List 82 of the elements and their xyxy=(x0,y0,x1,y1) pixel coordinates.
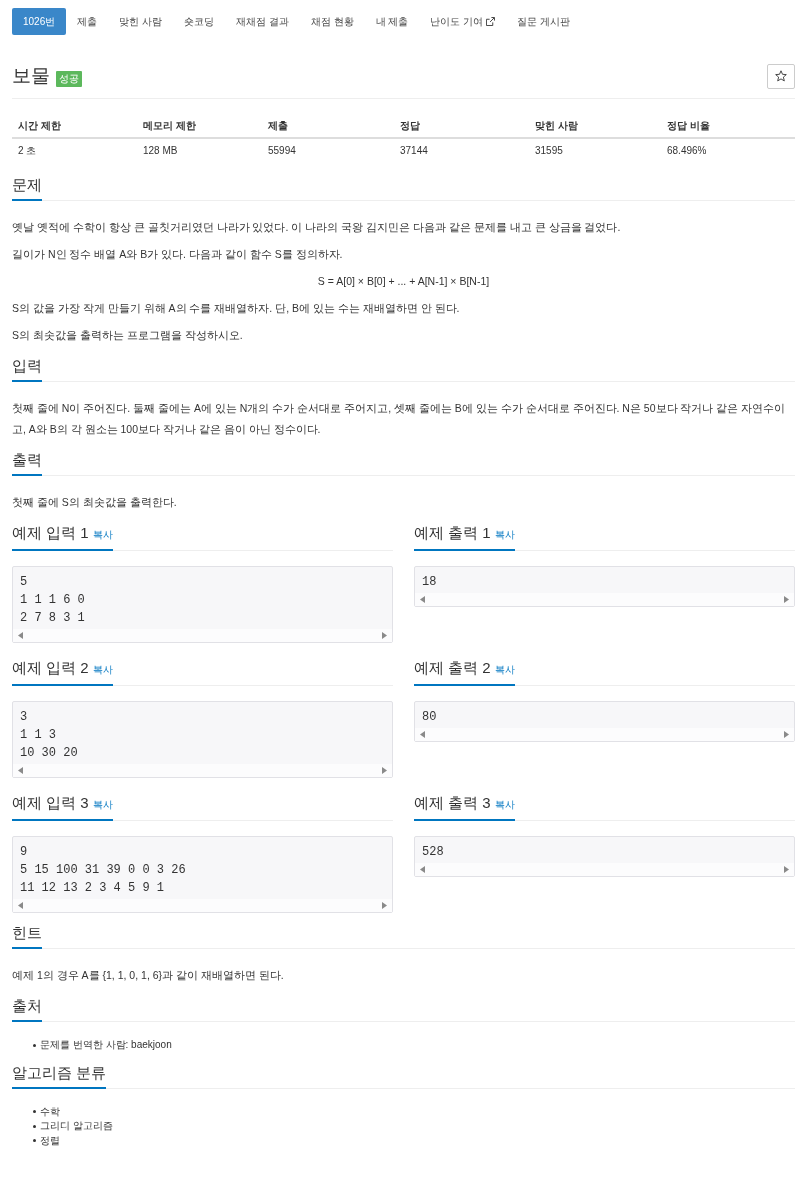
bullet-icon xyxy=(33,1124,36,1128)
section-heading: 출처 xyxy=(12,996,42,1022)
copy-link[interactable]: 복사 xyxy=(494,525,515,545)
list-text: 그리디 알고리즘 xyxy=(40,1119,113,1134)
horizontal-scrollbar[interactable] xyxy=(13,899,392,912)
horizontal-scrollbar[interactable] xyxy=(415,728,794,741)
paragraph: 옛날 옛적에 수학이 항상 큰 골칫거리였던 나라가 있었다. 이 나라의 국왕 김지민은 다음과 같은 문제를 내고 큰 상금을 걸었다. xyxy=(12,220,621,235)
horizontal-scrollbar[interactable] xyxy=(13,764,392,777)
column-header: 메모리 제한 xyxy=(137,115,262,138)
caret-right-icon[interactable] xyxy=(784,596,789,603)
list-text: 문제를 번역한 사람: baekjoon xyxy=(40,1038,172,1053)
bullet-icon xyxy=(33,1043,36,1047)
sample-text: 80 xyxy=(422,709,437,726)
column-header: 정답 비율 xyxy=(661,115,795,138)
column-header: 제출 xyxy=(262,115,394,138)
sample-text: 3 1 1 3 10 30 20 xyxy=(20,709,78,762)
nav-tab[interactable]: 1026번 xyxy=(12,8,67,35)
table-cell: 128 MB xyxy=(137,138,262,163)
paragraph: S의 최솟값을 출력하는 프로그램을 작성하시오. xyxy=(12,328,243,343)
table-cell: 55994 xyxy=(262,138,394,163)
result-badge: 성공 xyxy=(56,71,82,87)
caret-left-icon[interactable] xyxy=(420,866,425,873)
heading-title: 예제 입력 1 xyxy=(12,523,89,543)
bullet-icon xyxy=(33,1139,36,1143)
paragraph: 첫째 줄에 N이 주어진다. 둘째 줄에는 A에 있는 N개의 수가 순서대로 주어지고, 셋째 줄에는 B에 있는 수가 순서대로 주어진다. N은 50보다 작거나 같은 자연수이고, A와 B의 각 원소는 100보다 작거나 같은 음이 아닌 정수이다. xyxy=(12,401,787,437)
caret-right-icon[interactable] xyxy=(382,902,387,909)
heading-title: 예제 입력 3 xyxy=(12,793,89,813)
formula: S = A[0] × B[0] + ... + A[N-1] × B[N-1] xyxy=(317,274,490,289)
copy-link[interactable]: 복사 xyxy=(494,795,515,815)
caret-left-icon[interactable] xyxy=(18,632,23,639)
section-heading: 힌트 xyxy=(12,923,42,949)
table-cell: 31595 xyxy=(529,138,661,163)
horizontal-scrollbar[interactable] xyxy=(13,629,392,642)
nav-tab[interactable]: 재채점 결과 xyxy=(225,8,300,35)
paragraph: 첫째 줄에 S의 최솟값을 출력한다. xyxy=(12,495,177,510)
caret-right-icon[interactable] xyxy=(382,767,387,774)
sample-text: 528 xyxy=(422,844,444,861)
paragraph: 길이가 N인 정수 배열 A와 B가 있다. 다음과 같이 함수 S를 정의하자. xyxy=(12,247,343,262)
copy-link[interactable]: 복사 xyxy=(92,660,113,680)
horizontal-scrollbar[interactable] xyxy=(415,863,794,876)
paragraph: 예제 1의 경우 A를 {1, 1, 0, 1, 6}과 같이 재배열하면 된다. xyxy=(12,968,284,983)
section-heading: 문제 xyxy=(12,175,42,201)
caret-right-icon[interactable] xyxy=(382,632,387,639)
list-text: 정렬 xyxy=(40,1133,60,1148)
bullet-icon xyxy=(33,1110,36,1114)
nav-tab[interactable]: 채점 현황 xyxy=(299,8,365,35)
heading-title: 예제 출력 2 xyxy=(414,658,491,678)
section-heading: 알고리즘 분류 xyxy=(12,1062,107,1089)
column-header: 정답 xyxy=(394,115,529,138)
caret-left-icon[interactable] xyxy=(420,596,425,603)
horizontal-scrollbar[interactable] xyxy=(415,593,794,606)
nav-tab[interactable]: 맞힌 사람 xyxy=(108,8,174,35)
list-text: 수학 xyxy=(40,1104,60,1119)
caret-right-icon[interactable] xyxy=(784,731,789,738)
caret-left-icon[interactable] xyxy=(420,731,425,738)
heading-title: 예제 출력 1 xyxy=(414,523,491,543)
nav-tab[interactable]: 난이도 기여 xyxy=(419,8,507,35)
nav-tab[interactable]: 내 제출 xyxy=(364,8,420,35)
table-cell: 2 초 xyxy=(12,138,137,163)
problem-title: 보물 xyxy=(12,64,50,88)
column-header: 맞힌 사람 xyxy=(529,115,661,138)
nav-tab[interactable]: 숏코딩 xyxy=(173,8,226,35)
heading-title: 예제 출력 3 xyxy=(414,793,491,813)
nav-tab[interactable]: 질문 게시판 xyxy=(506,8,581,35)
caret-left-icon[interactable] xyxy=(18,902,23,909)
favorite-button[interactable] xyxy=(767,63,795,89)
copy-link[interactable]: 복사 xyxy=(92,525,113,545)
section-heading: 입력 xyxy=(12,356,42,382)
copy-link[interactable]: 복사 xyxy=(494,660,515,680)
copy-link[interactable]: 복사 xyxy=(92,795,113,815)
sample-text: 9 5 15 100 31 39 0 0 3 26 11 12 13 2 3 4 5 9 1 xyxy=(20,844,186,897)
nav-tab[interactable]: 제출 xyxy=(66,8,109,35)
table-cell: 68.496% xyxy=(661,138,795,163)
paragraph: S의 값을 가장 작게 만들기 위해 A의 수를 재배열하자. 단, B에 있는 수는 재배열하면 안 된다. xyxy=(12,301,460,316)
column-header: 시간 제한 xyxy=(12,115,137,138)
heading-title: 예제 입력 2 xyxy=(12,658,89,678)
sample-text: 18 xyxy=(422,574,437,591)
caret-right-icon[interactable] xyxy=(784,866,789,873)
sample-text: 5 1 1 1 6 0 2 7 8 3 1 xyxy=(20,574,85,627)
caret-left-icon[interactable] xyxy=(18,767,23,774)
table-cell: 37144 xyxy=(394,138,529,163)
section-heading: 출력 xyxy=(12,450,42,476)
